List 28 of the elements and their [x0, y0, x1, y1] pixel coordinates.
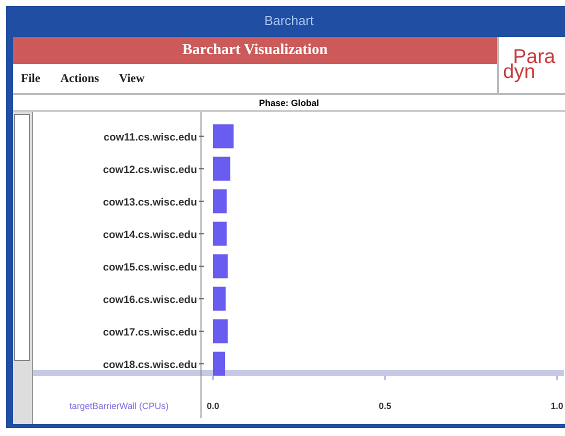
bar — [213, 156, 230, 181]
bar — [213, 254, 228, 278]
bar — [213, 189, 227, 214]
bar — [213, 286, 226, 311]
category-label: cow18.cs.wisc.edu — [103, 358, 197, 371]
axis-title: targetBarrierWall (CPUs) — [69, 401, 169, 411]
bar — [213, 352, 226, 376]
menu-item[interactable]: View — [119, 71, 145, 86]
scrollbar[interactable] — [13, 112, 33, 424]
banner-title: Barchart Visualization — [13, 37, 497, 64]
category-label: cow17.cs.wisc.edu — [103, 326, 197, 338]
bar — [213, 319, 228, 344]
category-label: cow15.cs.wisc.edu — [103, 261, 197, 274]
bar — [213, 124, 234, 148]
logo: Para dyn — [497, 37, 565, 95]
menu-item[interactable]: Actions — [60, 71, 99, 86]
category-label: cow12.cs.wisc.edu — [103, 164, 197, 176]
tick-label: 1.0 — [550, 401, 564, 411]
category-label: cow13.cs.wisc.edu — [103, 196, 197, 208]
tick-label: 0.0 — [206, 401, 220, 411]
bar — [213, 222, 227, 246]
phase-label: Phase: Global — [13, 95, 565, 112]
category-label: cow14.cs.wisc.edu — [103, 228, 197, 241]
menu-item[interactable]: File — [21, 71, 40, 86]
window-title: Barchart — [264, 13, 314, 28]
category-label: cow11.cs.wisc.edu — [104, 131, 197, 144]
tick-label: 0.5 — [378, 401, 392, 411]
category-label: cow16.cs.wisc.edu — [103, 294, 197, 306]
